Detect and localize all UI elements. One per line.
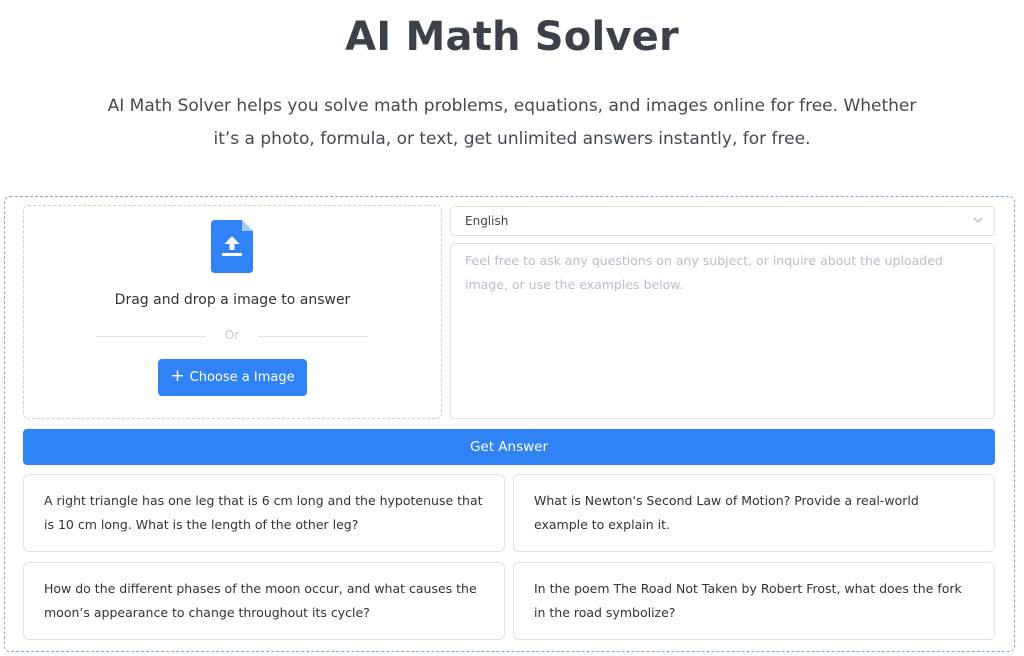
language-select[interactable]: English xyxy=(450,206,995,236)
or-separator: Or xyxy=(224,328,240,342)
example-card-poem[interactable]: In the poem The Road Not Taken by Robert… xyxy=(513,562,995,640)
dropzone-text: Drag and drop a image to answer xyxy=(114,292,351,308)
choose-image-button[interactable]: + Choose a Image xyxy=(158,359,307,396)
divider-left xyxy=(96,336,206,337)
page-title: AI Math Solver xyxy=(345,14,679,60)
divider-right xyxy=(258,336,368,337)
example-card-newton[interactable]: What is Newton's Second Law of Motion? P… xyxy=(513,474,995,552)
chevron-down-icon xyxy=(973,217,983,223)
get-answer-button[interactable]: Get Answer xyxy=(23,429,995,465)
example-card-moon[interactable]: How do the different phases of the moon … xyxy=(23,562,505,640)
example-card-triangle[interactable]: A right triangle has one leg that is 6 c… xyxy=(23,474,505,552)
question-input[interactable] xyxy=(450,243,995,419)
plus-icon: + xyxy=(170,366,185,386)
file-upload-icon[interactable] xyxy=(211,220,253,273)
page-subtitle: AI Math Solver helps you solve math prob… xyxy=(107,96,917,149)
choose-image-label: Choose a Image xyxy=(189,370,295,385)
language-selected-value: English xyxy=(465,214,509,228)
